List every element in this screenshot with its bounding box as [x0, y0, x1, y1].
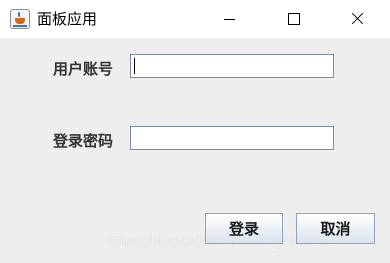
java-cup-icon: [10, 9, 30, 29]
close-button[interactable]: [334, 0, 380, 38]
account-label: 用户账号: [53, 60, 114, 78]
text-caret: [134, 58, 135, 74]
maximize-button[interactable]: [271, 0, 317, 38]
app-window: 面板应用 用户账号 登录密码 https://blog.csdn.net/wei…: [0, 0, 390, 263]
password-input[interactable]: [130, 126, 334, 150]
cancel-button[interactable]: 取消: [296, 213, 375, 244]
login-button[interactable]: 登录: [205, 213, 283, 244]
title-bar[interactable]: 面板应用: [0, 0, 390, 38]
password-label: 登录密码: [53, 132, 114, 150]
account-input[interactable]: [130, 54, 334, 78]
minimize-button[interactable]: [206, 0, 252, 38]
form-panel: 用户账号 登录密码 https://blog.csdn.net/weixin_4…: [0, 38, 390, 263]
window-title: 面板应用: [37, 10, 98, 28]
